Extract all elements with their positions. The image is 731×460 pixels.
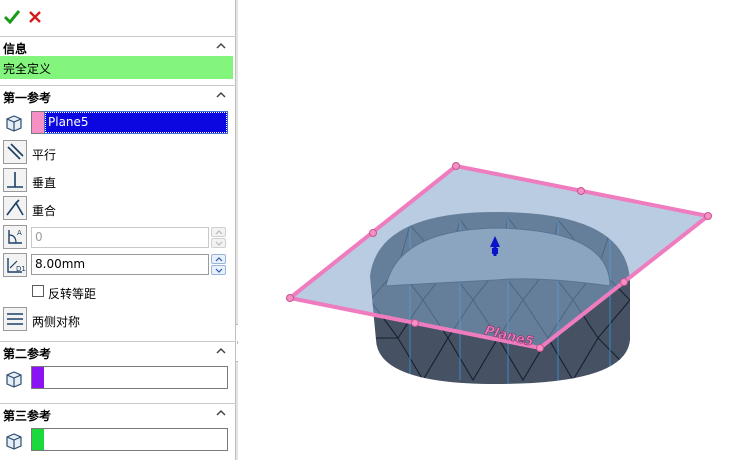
distance-spinner[interactable] [211, 254, 226, 275]
third-reference-selection[interactable] [31, 428, 228, 451]
distance-input[interactable]: 8.00mm [31, 254, 209, 275]
chevron-up-icon [216, 42, 226, 49]
flip-offset-checkbox[interactable] [32, 285, 44, 297]
section-title: 第二参考 [3, 347, 52, 361]
ok-button[interactable] [3, 8, 23, 28]
cube-icon [6, 371, 22, 388]
mid-plane-button[interactable] [3, 307, 27, 331]
mid-plane-icon [7, 313, 23, 325]
coincident-button[interactable] [3, 196, 27, 220]
first-reference-selection[interactable]: Plane5 [31, 111, 228, 134]
reference-color-swatch [32, 429, 44, 450]
second-reference-selection[interactable] [31, 366, 228, 389]
perpendicular-icon [7, 172, 23, 188]
svg-text:A: A [17, 229, 22, 237]
coincident-label: 重合 [32, 204, 57, 218]
selected-entity[interactable]: Plane5 [44, 111, 228, 134]
close-icon [29, 11, 41, 23]
angle-icon: A [8, 229, 22, 244]
parallel-icon [7, 143, 24, 160]
chevron-up-icon [216, 347, 226, 354]
chevron-up-icon [215, 230, 223, 235]
section-title: 信息 [3, 42, 28, 56]
angle-spinner[interactable] [211, 227, 226, 248]
check-icon [3, 10, 21, 25]
section-title: 第三参考 [3, 409, 52, 423]
angle-input[interactable]: 0 [31, 227, 209, 248]
status-badge: 完全定义 [0, 56, 233, 79]
svg-text:D1: D1 [16, 265, 26, 273]
first-reference-header[interactable]: 第一参考 [0, 85, 236, 105]
graphics-viewport[interactable]: Plane5 [238, 0, 731, 460]
cube-icon [6, 433, 22, 450]
distance-icon: D1 [7, 258, 26, 273]
perpendicular-label: 垂直 [32, 176, 57, 190]
second-reference-header[interactable]: 第二参考 [0, 341, 236, 361]
chevron-up-icon [216, 91, 226, 98]
chevron-up-icon [215, 257, 223, 262]
info-section-header[interactable]: 信息 [0, 36, 236, 56]
cancel-button[interactable] [26, 8, 46, 28]
angle-button[interactable]: A [3, 225, 27, 249]
flip-offset-label: 反转等距 [48, 287, 97, 301]
section-title: 第一参考 [3, 91, 52, 105]
cube-icon [6, 115, 22, 132]
chevron-down-icon [215, 241, 223, 246]
status-text: 完全定义 [3, 62, 52, 76]
mid-plane-label: 两侧对称 [32, 315, 81, 329]
reference-color-swatch [32, 367, 44, 388]
chevron-down-icon [215, 268, 223, 273]
plane-preview[interactable] [288, 165, 710, 349]
parallel-button[interactable] [3, 140, 27, 164]
distance-button[interactable]: D1 [3, 253, 27, 277]
coincident-icon [6, 199, 24, 216]
perpendicular-button[interactable] [3, 168, 27, 192]
reference-entity-icon [3, 112, 27, 136]
third-reference-header[interactable]: 第三参考 [0, 403, 236, 423]
model-view[interactable]: Plane5 [238, 0, 731, 460]
parallel-label: 平行 [32, 148, 57, 162]
reference-color-swatch [32, 112, 44, 133]
reference-entity-icon [3, 430, 27, 454]
reference-entity-icon [3, 368, 27, 392]
chevron-up-icon [216, 409, 226, 416]
property-manager: 信息 完全定义 第一参考 Plane5 平行 垂直 重合 A 0 D1 8.00… [0, 0, 236, 460]
